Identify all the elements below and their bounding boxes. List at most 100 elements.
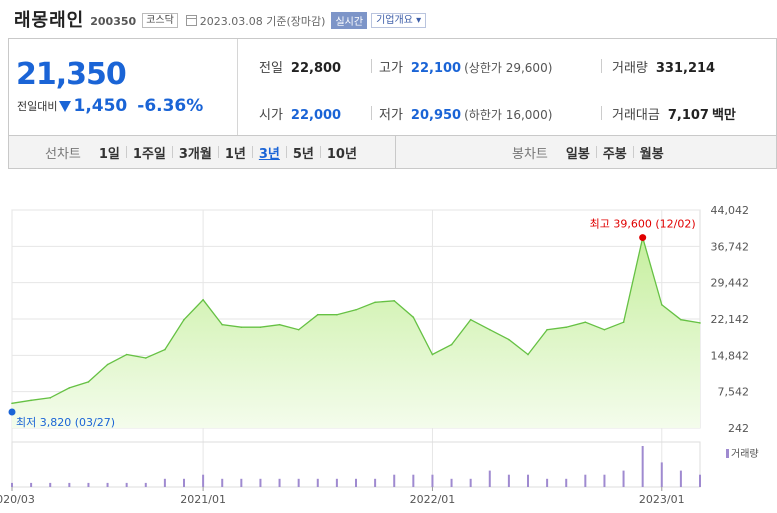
y-axis: 44,042 36,742 29,442 22,142 14,842 7,542 242 bbox=[711, 204, 750, 435]
price-point bbox=[11, 402, 13, 405]
change-percent: -6.36% bbox=[137, 96, 204, 116]
stat-amount-label: 거래대금 bbox=[612, 108, 660, 123]
price-point bbox=[30, 399, 32, 402]
period-10y[interactable]: 10년 bbox=[321, 143, 363, 162]
period-1d[interactable]: 1일 bbox=[93, 143, 126, 162]
volume-bar bbox=[144, 482, 147, 487]
price-point bbox=[412, 316, 415, 319]
stat-low-value: 20,950 bbox=[410, 108, 462, 123]
realtime-button[interactable]: 실시간 bbox=[331, 11, 368, 29]
period-1w[interactable]: 1주일 bbox=[127, 143, 172, 162]
volume-bar bbox=[699, 474, 701, 487]
volume-bar bbox=[30, 482, 33, 487]
volume-bar bbox=[488, 470, 491, 487]
volume-bar bbox=[87, 482, 90, 487]
stock-code: 200350 bbox=[90, 14, 137, 28]
price-panel: 21,350 전일대비 1,450 -6.36% 전일 22,800 고가 22… bbox=[8, 38, 777, 135]
volume-bar bbox=[106, 482, 109, 487]
volume-legend-label: 거래량 bbox=[731, 448, 759, 460]
volume-bar bbox=[469, 478, 472, 487]
volume-bar bbox=[316, 478, 319, 487]
volume-bar bbox=[278, 478, 281, 487]
x-axis: 2020/03 2021/01 2022/01 2023/01 bbox=[0, 487, 685, 506]
volume-bar bbox=[641, 446, 644, 487]
volume-bar bbox=[546, 478, 549, 487]
line-chart-title: 선차트 bbox=[45, 146, 81, 162]
company-overview-button[interactable]: 기업개요 ▾ bbox=[371, 12, 427, 28]
stat-prev: 전일 22,800 bbox=[259, 57, 341, 76]
change-label: 전일대비 bbox=[17, 100, 58, 113]
volume-bar bbox=[11, 482, 13, 487]
volume-bar bbox=[297, 478, 300, 487]
stat-amount: 거래대금 7,107 백만 bbox=[612, 104, 736, 123]
period-5y[interactable]: 5년 bbox=[287, 143, 320, 162]
price-point bbox=[183, 318, 185, 321]
price-point bbox=[508, 338, 510, 341]
price-point bbox=[278, 323, 281, 326]
price-point bbox=[221, 323, 224, 326]
current-price: 21,350 bbox=[16, 57, 127, 92]
volume-bar bbox=[335, 478, 338, 487]
volume-bar bbox=[49, 482, 52, 487]
price-point bbox=[297, 328, 300, 331]
price-point bbox=[546, 328, 548, 331]
price-chart[interactable]: 44,042 36,742 29,442 22,142 14,842 7,542 242 최… bbox=[0, 200, 777, 513]
candle-daily[interactable]: 일봉 bbox=[560, 143, 596, 162]
stat-prev-label: 전일 bbox=[259, 61, 283, 76]
change-row: 전일대비 1,450 -6.36% bbox=[17, 96, 203, 116]
price-point bbox=[240, 326, 243, 328]
y-tick-label: 36,742 bbox=[711, 240, 750, 253]
period-1y[interactable]: 1년 bbox=[219, 143, 252, 162]
divider bbox=[371, 59, 372, 73]
volume-bar bbox=[507, 474, 510, 487]
stat-high-value: 22,100 bbox=[410, 61, 462, 76]
price-point bbox=[393, 299, 396, 302]
stock-name: 래몽래인 bbox=[14, 10, 85, 31]
y-tick-label: 22,142 bbox=[711, 313, 750, 326]
price-point bbox=[450, 343, 453, 346]
line-chart-periods: 선차트 1일 1주일 3개월 1년 3년 5년 10년 bbox=[45, 136, 363, 168]
candle-chart-title: 봉차트 bbox=[512, 146, 548, 162]
period-3m[interactable]: 3개월 bbox=[173, 143, 218, 162]
stat-high: 고가 22,100 (상한가 29,600) bbox=[379, 57, 552, 76]
price-point bbox=[355, 308, 357, 311]
volume-bar bbox=[202, 474, 205, 487]
price-point bbox=[125, 353, 128, 356]
period-3y[interactable]: 3년 bbox=[253, 143, 286, 162]
volume-bar bbox=[125, 482, 128, 487]
price-point bbox=[680, 318, 682, 321]
stat-upper-limit: (상한가 29,600) bbox=[464, 61, 553, 75]
volume-bar bbox=[393, 474, 396, 487]
stat-low-label: 저가 bbox=[379, 108, 403, 123]
volume-bar bbox=[412, 474, 415, 487]
x-tick-label: 2023/01 bbox=[639, 493, 685, 506]
price-point bbox=[660, 303, 663, 306]
price-point bbox=[565, 326, 568, 328]
volume-bar bbox=[431, 474, 434, 487]
volume-bars bbox=[11, 446, 701, 487]
price-point bbox=[106, 363, 109, 366]
price-point bbox=[584, 321, 587, 323]
company-overview-label: 기업개요 bbox=[376, 14, 413, 26]
toolbar-divider bbox=[395, 136, 396, 168]
price-point bbox=[699, 322, 701, 324]
price-point bbox=[469, 318, 472, 321]
candle-monthly[interactable]: 월봉 bbox=[634, 143, 670, 162]
stat-volume: 거래량 331,214 bbox=[612, 57, 715, 76]
volume-bar bbox=[584, 474, 587, 487]
stat-open: 시가 22,000 bbox=[259, 104, 341, 123]
candle-weekly[interactable]: 주봉 bbox=[597, 143, 633, 162]
stat-volume-label: 거래량 bbox=[612, 61, 648, 76]
high-label: 최고 39,600 (12/02) bbox=[590, 218, 696, 231]
price-point bbox=[202, 298, 204, 301]
volume-bar bbox=[450, 478, 453, 487]
change-value: 1,450 bbox=[73, 96, 128, 116]
price-point bbox=[336, 313, 338, 316]
stat-low: 저가 20,950 (하한가 16,000) bbox=[379, 104, 552, 123]
x-tick-label: 2022/01 bbox=[410, 493, 456, 506]
stat-prev-value: 22,800 bbox=[290, 61, 342, 76]
y-tick-label: 7,542 bbox=[718, 386, 750, 399]
volume-bar bbox=[163, 478, 166, 487]
down-arrow-icon bbox=[59, 100, 72, 112]
calendar-icon bbox=[185, 15, 197, 26]
